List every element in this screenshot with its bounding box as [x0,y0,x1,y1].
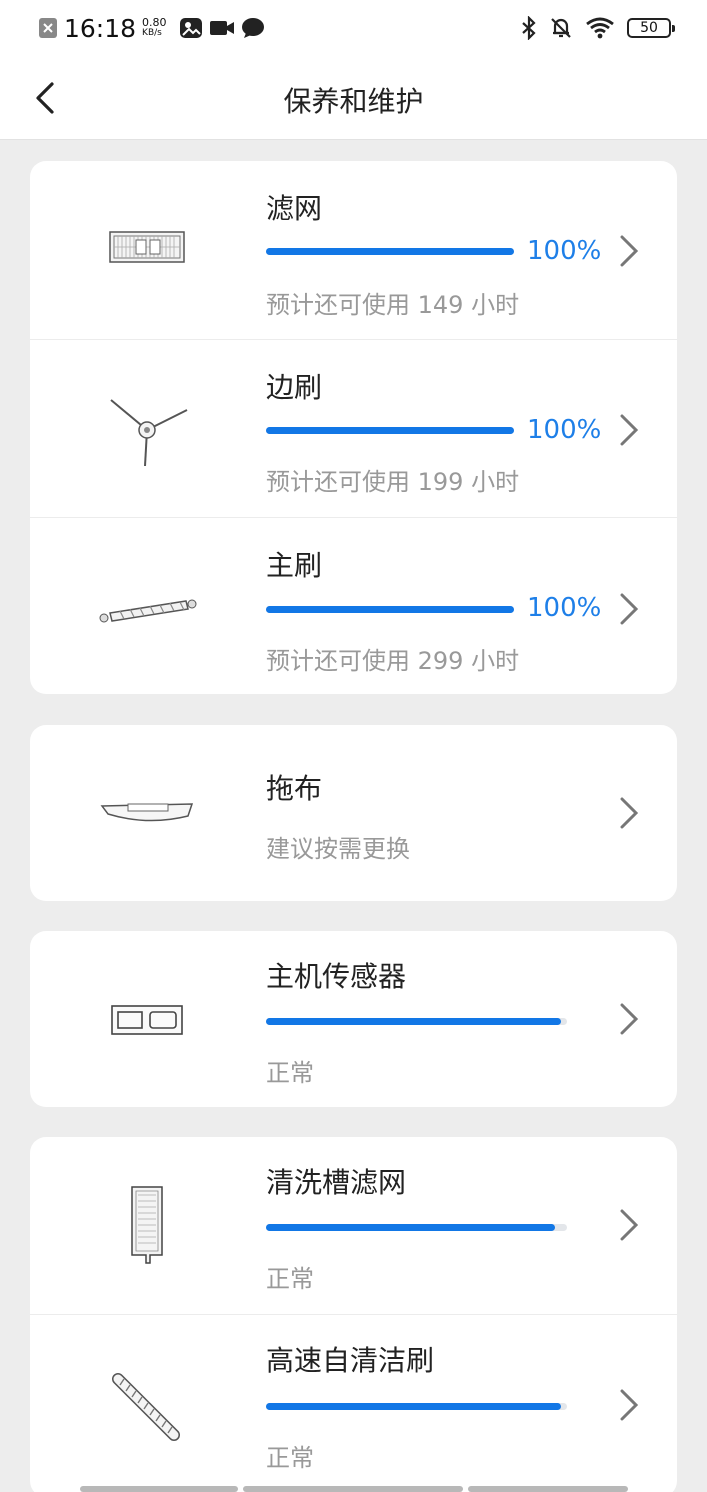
video-icon [209,21,234,35]
item-name: 拖布 [266,772,323,805]
battery-icon: 50 [627,18,675,38]
side-brush-icon [98,380,198,470]
progress-bar [266,1403,567,1410]
list-item-wash-tray-filter[interactable]: 清洗槽滤网 正常 [30,1137,677,1314]
list-item-main-brush[interactable]: 主刷 100% 预计还可使用 299 小时 [30,517,677,694]
self-cleaning-brush-icon [98,1357,198,1453]
bell-muted-icon [551,18,571,38]
chevron-right-icon [620,593,639,625]
list-item-mop[interactable]: 拖布 建议按需更换 [30,725,677,901]
progress-bar [266,1224,567,1231]
mop-card: 拖布 建议按需更换 [30,725,677,901]
main-brush-icon [98,562,198,652]
progress-bar [266,606,514,613]
close-notification-icon [39,18,57,38]
app-header: 保养和维护 [0,56,707,140]
remaining-text: 建议按需更换 [266,835,410,863]
progress-fill [266,1224,555,1231]
chevron-right-icon [620,235,639,267]
item-name: 高速自清洁刷 [266,1344,435,1377]
chevron-right-icon [620,1209,639,1241]
percent-label: 100% [527,236,602,266]
battery-level: 50 [640,20,658,36]
item-name: 主刷 [266,549,323,582]
wash-tray-filter-icon [98,1177,198,1273]
remaining-text: 正常 [266,1265,314,1293]
gallery-icon [179,18,202,38]
page-title: 保养和维护 [283,85,424,118]
network-speed-unit: KB/s [142,28,162,38]
list-item-filter[interactable]: 滤网 100% 预计还可使用 149 小时 [30,161,677,339]
percent-label: 100% [527,593,602,623]
status-bar: 16:18 0.80 KB/s 50 [0,0,707,56]
remaining-text: 正常 [266,1059,314,1087]
progress-fill [266,1018,561,1025]
remaining-text: 预计还可使用 299 小时 [266,647,520,675]
item-name: 清洗槽滤网 [266,1166,407,1199]
remaining-text: 正常 [266,1444,314,1472]
chevron-right-icon [620,414,639,446]
filter-icon [98,203,198,293]
list-item-side-brush[interactable]: 边刷 100% 预计还可使用 199 小时 [30,339,677,517]
remaining-text: 预计还可使用 199 小时 [266,468,520,496]
bluetooth-icon [522,16,536,40]
scroll-indicator [468,1486,628,1492]
list-item-sensor[interactable]: 主机传感器 正常 [30,931,677,1107]
item-name: 主机传感器 [266,960,407,993]
chevron-right-icon [620,1003,639,1035]
clock: 16:18 [64,13,137,43]
network-speed: 0.80 KB/s [142,17,167,39]
chevron-right-icon [620,1389,639,1421]
network-speed-value: 0.80 [142,16,167,29]
item-name: 边刷 [266,371,323,404]
progress-fill [266,427,514,434]
progress-bar [266,427,514,434]
sensor-icon [98,975,198,1065]
wifi-icon [586,17,614,39]
progress-fill [266,606,514,613]
mop-icon [98,767,198,857]
list-item-self-cleaning-brush[interactable]: 高速自清洁刷 正常 [30,1314,677,1492]
chat-bubble-icon [241,18,264,38]
progress-bar [266,248,514,255]
wear-parts-card: 滤网 100% 预计还可使用 149 小时 边刷 100% 预计还可使用 199… [30,161,677,694]
percent-label: 100% [527,415,602,445]
progress-fill [266,248,514,255]
base-station-card: 清洗槽滤网 正常 高速自清洁刷 正常 [30,1137,677,1492]
progress-bar [266,1018,567,1025]
remaining-text: 预计还可使用 149 小时 [266,291,520,319]
scroll-indicator [80,1486,238,1492]
progress-fill [266,1403,561,1410]
chevron-right-icon [620,797,639,829]
item-name: 滤网 [266,192,323,225]
scroll-indicator [243,1486,463,1492]
sensor-card: 主机传感器 正常 [30,931,677,1107]
